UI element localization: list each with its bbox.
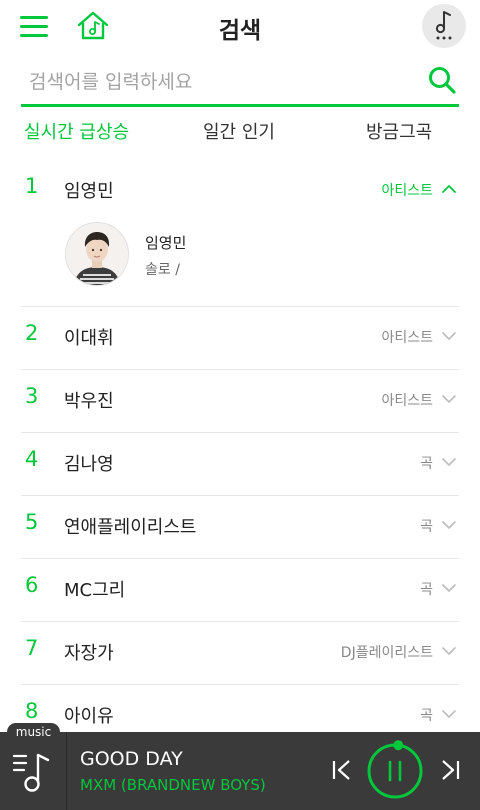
list-item[interactable]: 7 자장가 DJ플레이리스트 [21, 622, 459, 685]
chevron-down-icon[interactable] [441, 520, 457, 530]
keyword-label: 박우진 [64, 391, 114, 412]
mini-player: GOOD DAY MXM (BRANDNEW BOYS) [0, 732, 480, 810]
chevron-up-icon[interactable] [441, 184, 457, 194]
player-divider [66, 732, 67, 810]
keyword-label: 아이유 [64, 706, 114, 727]
artist-preview[interactable]: 임영민 솔로 / [21, 222, 459, 306]
search-bar [21, 60, 459, 107]
search-input[interactable] [27, 64, 411, 100]
ranking-tabs: 실시간 급상승 일간 인기 방금그곡 [0, 118, 480, 158]
rank-number: 5 [25, 510, 39, 534]
next-track-icon[interactable] [438, 758, 462, 782]
progress-indicator[interactable] [393, 740, 404, 751]
keyword-label: 연애플레이리스트 [64, 517, 197, 538]
rank-number: 8 [25, 699, 39, 723]
avatar [65, 222, 129, 286]
chevron-down-icon[interactable] [441, 709, 457, 719]
keyword-label: 김나영 [64, 454, 114, 475]
music-badge: music [7, 723, 60, 742]
search-icon[interactable] [427, 65, 457, 95]
artist-photo [66, 223, 128, 285]
artist-meta: 솔로 / [145, 262, 180, 278]
previous-track-icon[interactable] [330, 758, 354, 782]
pause-button[interactable] [364, 740, 426, 802]
list-item[interactable]: 3 박우진 아티스트 [21, 370, 459, 433]
rank-number: 1 [25, 174, 39, 198]
music-note-more-icon [435, 11, 452, 40]
list-item[interactable]: 6 MC그리 곡 [21, 559, 459, 622]
chevron-down-icon[interactable] [441, 394, 457, 404]
page-title: 검색 [218, 18, 262, 44]
tab-daily-popular[interactable]: 일간 인기 [203, 118, 275, 154]
chevron-down-icon[interactable] [441, 646, 457, 656]
rank-number: 3 [25, 384, 39, 408]
type-label: 곡 [420, 708, 433, 724]
keyword-label: MC그리 [64, 580, 126, 601]
type-label: 아티스트 [381, 330, 433, 346]
rank-number: 7 [25, 636, 39, 660]
keyword-label: 자장가 [64, 643, 114, 664]
chevron-down-icon[interactable] [441, 457, 457, 467]
tab-just-that-song[interactable]: 방금그곡 [366, 118, 432, 154]
list-item[interactable]: 2 이대휘 아티스트 [21, 307, 459, 370]
rank-number: 4 [25, 447, 39, 471]
tab-realtime-rising[interactable]: 실시간 급상승 [24, 118, 129, 154]
type-label: 곡 [420, 582, 433, 598]
chevron-down-icon[interactable] [441, 331, 457, 341]
keyword-label: 이대휘 [64, 328, 114, 349]
app-header: 검색 [0, 0, 480, 56]
now-playing-button[interactable] [422, 4, 466, 48]
rank-number: 6 [25, 573, 39, 597]
type-label: DJ플레이리스트 [340, 645, 433, 661]
ranking-list: 1 임영민 아티스트 임영민 솔로 / 2 이대휘 아티스트 3 박우진 아티스… [21, 160, 459, 748]
rank-number: 2 [25, 321, 39, 345]
type-label: 아티스트 [381, 183, 433, 199]
list-item[interactable]: 4 김나영 곡 [21, 433, 459, 496]
type-label: 곡 [420, 519, 433, 535]
keyword-label: 임영민 [64, 181, 114, 202]
track-title[interactable]: GOOD DAY [80, 748, 183, 770]
type-label: 곡 [420, 456, 433, 472]
playlist-icon[interactable] [12, 749, 56, 795]
type-label: 아티스트 [381, 393, 433, 409]
list-item[interactable]: 1 임영민 아티스트 임영민 솔로 / [21, 160, 459, 307]
chevron-down-icon[interactable] [441, 583, 457, 593]
track-artist[interactable]: MXM (BRANDNEW BOYS) [80, 776, 266, 794]
list-item[interactable]: 5 연애플레이리스트 곡 [21, 496, 459, 559]
artist-name: 임영민 [145, 234, 187, 252]
